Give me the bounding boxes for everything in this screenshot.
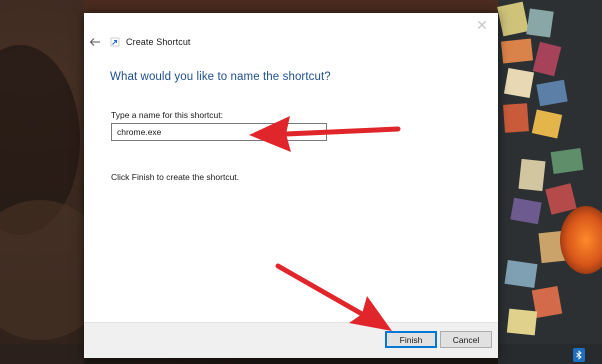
page-heading: What would you like to name the shortcut… bbox=[110, 71, 331, 83]
dialog-title: Create Shortcut bbox=[126, 37, 191, 47]
finish-button[interactable]: Finish bbox=[385, 331, 437, 348]
finish-hint-text: Click Finish to create the shortcut. bbox=[111, 172, 240, 182]
shortcut-name-input[interactable] bbox=[111, 123, 327, 141]
back-arrow-icon bbox=[89, 38, 100, 46]
wizard-header: Create Shortcut bbox=[88, 34, 191, 50]
bluetooth-tray-button[interactable] bbox=[573, 348, 585, 362]
back-button[interactable] bbox=[88, 35, 102, 49]
close-icon: ✕ bbox=[476, 17, 488, 33]
bluetooth-icon bbox=[576, 350, 582, 360]
shortcut-name-label: Type a name for this shortcut: bbox=[111, 110, 223, 120]
create-shortcut-dialog: ✕ Create Shortcut What would you like to… bbox=[84, 13, 498, 358]
desktop: ✕ Create Shortcut What would you like to… bbox=[0, 0, 602, 364]
shortcut-wizard-icon bbox=[110, 37, 120, 47]
cancel-button[interactable]: Cancel bbox=[440, 331, 492, 348]
dialog-footer: Finish Cancel bbox=[84, 322, 498, 358]
close-button[interactable]: ✕ bbox=[474, 17, 490, 33]
